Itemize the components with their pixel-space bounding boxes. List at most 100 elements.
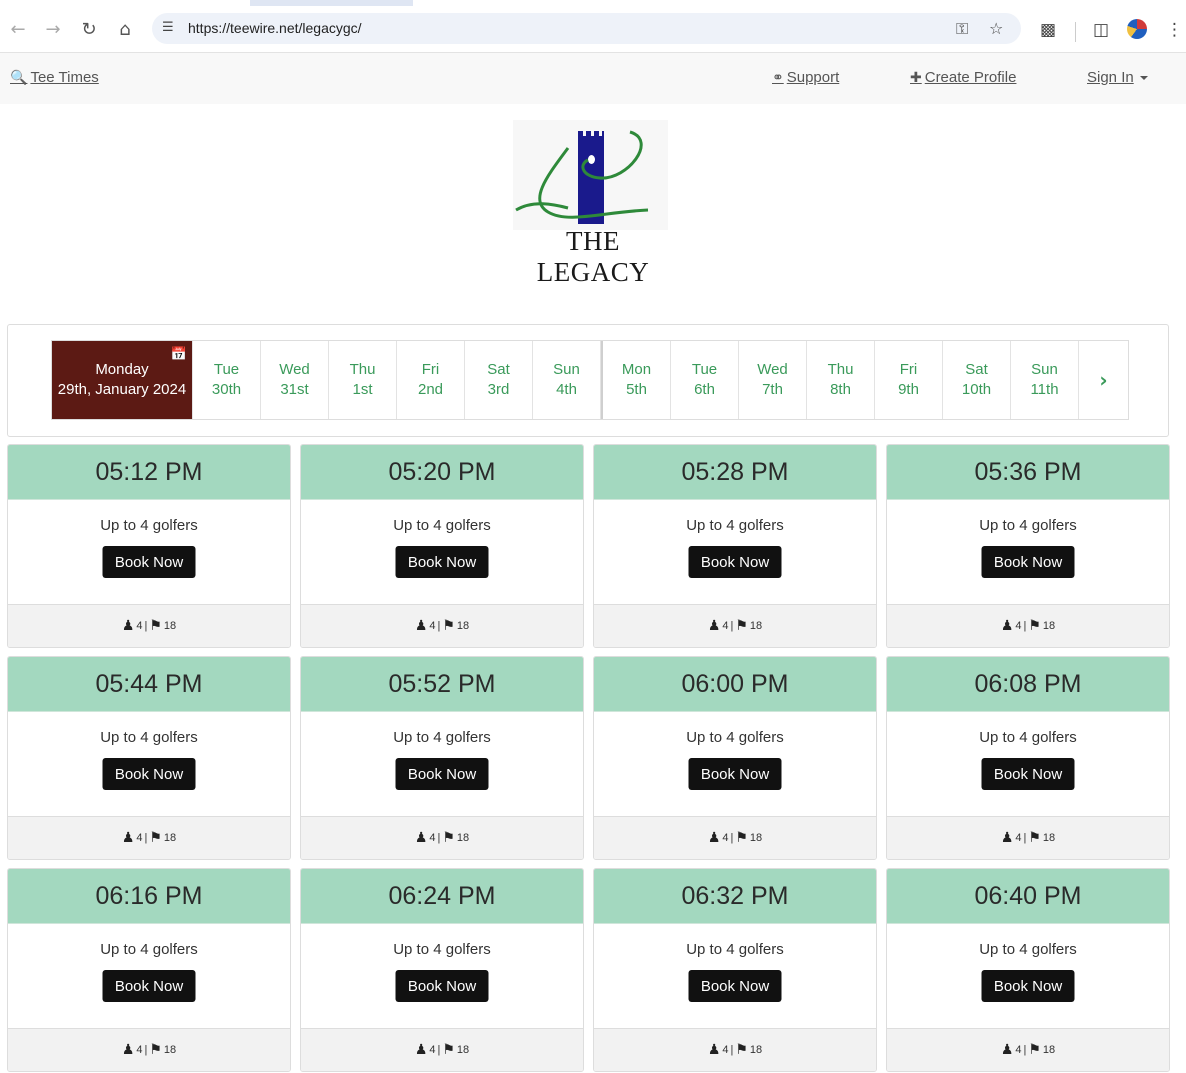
user-icon: ♟	[121, 830, 135, 846]
day-tab[interactable]: Mon 5th	[601, 341, 671, 419]
extensions-icon[interactable]: ▩	[1040, 20, 1056, 40]
day-tab[interactable]: Tue 30th	[193, 341, 261, 419]
sidepanel-icon[interactable]: ◫	[1093, 20, 1109, 40]
players-count: 4	[136, 1044, 143, 1056]
plus-icon: ✚	[910, 69, 922, 86]
players-count: 4	[429, 1044, 436, 1056]
day-weekday: Mon	[621, 361, 652, 378]
book-now-button[interactable]: Book Now	[102, 758, 196, 790]
holes-count: 18	[456, 832, 470, 844]
sign-in-dropdown[interactable]: Sign In	[1087, 69, 1148, 86]
divider: |	[730, 832, 734, 844]
flag-icon: ⚑	[1028, 618, 1041, 634]
user-icon: ♟	[414, 1042, 428, 1058]
day-tab[interactable]: Wed 31st	[261, 341, 329, 419]
tee-time-card: 06:32 PM Up to 4 golfers Book Now ♟ 4 | ⚑ 18	[593, 868, 877, 1072]
day-weekday: Sat	[487, 361, 510, 378]
profile-avatar[interactable]	[1127, 19, 1147, 39]
forward-icon[interactable]: →	[38, 14, 68, 44]
players-count: 4	[722, 1044, 729, 1056]
holes-count: 18	[163, 620, 177, 632]
day-tab[interactable]: Wed 7th	[739, 341, 807, 419]
holes-count: 18	[1042, 832, 1056, 844]
flag-icon: ⚑	[149, 1042, 162, 1058]
user-icon: ♟	[707, 1042, 721, 1058]
logo-wordmark: THE LEGACY	[536, 226, 650, 287]
day-tab[interactable]: Fri 9th	[875, 341, 943, 419]
divider: |	[144, 1044, 148, 1056]
players-count: 4	[136, 620, 143, 632]
divider: |	[437, 620, 441, 632]
reload-icon[interactable]: ↻	[74, 14, 104, 44]
slot-details: ♟ 4 | ⚑ 18	[8, 604, 290, 647]
day-tab[interactable]: Sat 3rd	[465, 341, 533, 419]
tee-time-card: 06:40 PM Up to 4 golfers Book Now ♟ 4 | ⚑ 18	[886, 868, 1170, 1072]
tee-time-card: 06:00 PM Up to 4 golfers Book Now ♟ 4 | ⚑ 18	[593, 656, 877, 860]
flag-icon: ⚑	[735, 618, 748, 634]
book-now-button[interactable]: Book Now	[981, 758, 1075, 790]
tee-times-link[interactable]: 🔍 Tee Times	[10, 69, 99, 86]
user-icon: ♟	[1000, 830, 1014, 846]
tee-time: 06:40 PM	[887, 869, 1169, 924]
user-icon: ♟	[707, 830, 721, 846]
day-tab[interactable]: Tue 6th	[671, 341, 739, 419]
day-weekday: Sat	[965, 361, 988, 378]
day-weekday: Sun	[1031, 361, 1058, 378]
book-now-button[interactable]: Book Now	[688, 546, 782, 578]
day-weekday: Tue	[213, 361, 240, 378]
book-now-button[interactable]: Book Now	[688, 758, 782, 790]
day-tab[interactable]: Thu 1st	[329, 341, 397, 419]
day-tab[interactable]: Sun 11th	[1011, 341, 1079, 419]
browser-toolbar: ← → ↻ ⌂ ☰ https://teewire.net/legacygc/ …	[0, 6, 1186, 53]
divider: |	[437, 832, 441, 844]
day-date: 6th	[694, 381, 715, 398]
calendar-icon[interactable]: 📅	[171, 345, 187, 365]
book-now-button[interactable]: Book Now	[395, 546, 489, 578]
star-icon[interactable]: ☆	[989, 19, 1003, 38]
day-tab[interactable]: Sun 4th	[533, 341, 601, 419]
menu-icon[interactable]: ⋮	[1166, 20, 1183, 40]
tee-time: 06:32 PM	[594, 869, 876, 924]
day-tab[interactable]: Fri 2nd	[397, 341, 465, 419]
day-weekday: Thu	[349, 361, 376, 378]
book-now-button[interactable]: Book Now	[102, 970, 196, 1002]
tee-time: 06:16 PM	[8, 869, 290, 924]
divider: |	[730, 1044, 734, 1056]
holes-count: 18	[456, 620, 470, 632]
back-icon[interactable]: ←	[3, 14, 33, 44]
support-link[interactable]: ⚭ Support	[772, 69, 839, 86]
site-info-icon[interactable]: ☰	[162, 20, 180, 38]
day-selected[interactable]: 📅 Monday 29th, January 2024	[52, 341, 193, 419]
day-tab[interactable]: Thu 8th	[807, 341, 875, 419]
address-bar[interactable]: ☰ https://teewire.net/legacygc/ ⚿ ☆	[152, 13, 1021, 44]
day-tab[interactable]: Sat 10th	[943, 341, 1011, 419]
day-date: 11th	[1030, 381, 1059, 398]
url-text[interactable]: https://teewire.net/legacygc/	[188, 20, 362, 36]
golfers-text: Up to 4 golfers	[979, 941, 1077, 958]
golfers-text: Up to 4 golfers	[100, 729, 198, 746]
book-now-button[interactable]: Book Now	[102, 546, 196, 578]
sign-in-label: Sign In	[1087, 69, 1134, 86]
home-icon[interactable]: ⌂	[110, 14, 140, 44]
book-now-button[interactable]: Book Now	[688, 970, 782, 1002]
holes-count: 18	[749, 620, 763, 632]
book-now-button[interactable]: Book Now	[981, 970, 1075, 1002]
next-week-button[interactable]: ›	[1079, 341, 1128, 419]
book-now-button[interactable]: Book Now	[395, 970, 489, 1002]
day-weekday: Tue	[691, 361, 718, 378]
create-profile-link[interactable]: ✚ Create Profile	[910, 69, 1016, 86]
tee-time-card: 05:20 PM Up to 4 golfers Book Now ♟ 4 | ⚑ 18	[300, 444, 584, 648]
golfers-text: Up to 4 golfers	[686, 517, 784, 534]
key-icon[interactable]: ⚿	[956, 19, 968, 39]
flag-icon: ⚑	[1028, 830, 1041, 846]
user-icon: ♟	[121, 618, 135, 634]
slot-details: ♟ 4 | ⚑ 18	[887, 1028, 1169, 1071]
holes-count: 18	[749, 1044, 763, 1056]
book-now-button[interactable]: Book Now	[395, 758, 489, 790]
user-icon: ♟	[414, 618, 428, 634]
golfers-text: Up to 4 golfers	[686, 729, 784, 746]
book-now-button[interactable]: Book Now	[981, 546, 1075, 578]
divider: |	[1023, 620, 1027, 632]
divider: |	[144, 620, 148, 632]
tee-time-card: 06:24 PM Up to 4 golfers Book Now ♟ 4 | ⚑ 18	[300, 868, 584, 1072]
